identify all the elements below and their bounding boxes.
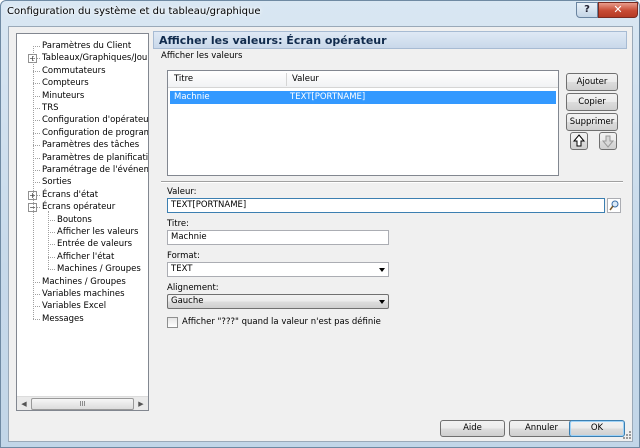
value-input[interactable]: TEXT[PORTNAME] — [167, 198, 605, 213]
chevron-down-icon — [379, 300, 385, 304]
scroll-thumb[interactable]: III — [31, 398, 134, 410]
navigation-tree: Paramètres du Client + Tableaux/Graphiques… — [16, 33, 149, 411]
tree-item[interactable]: Machines / Groupes — [57, 263, 141, 275]
tree-connector — [33, 157, 40, 159]
tree-item[interactable]: Paramètres des tâches — [42, 139, 139, 151]
add-button[interactable]: Ajouter — [566, 73, 618, 91]
undefined-value-checkbox-label[interactable]: Afficher "???" quand la valeur n'est pas… — [182, 317, 381, 327]
undefined-value-checkbox[interactable] — [167, 317, 178, 328]
tree-connector — [48, 244, 55, 246]
tree-item[interactable]: Afficher les valeurs — [57, 226, 138, 238]
format-label: Format: — [167, 251, 200, 261]
tree-item[interactable]: Entrée de valeurs — [57, 238, 132, 250]
search-icon — [609, 200, 619, 211]
dialog-window: Configuration du système et du tableau/g… — [0, 0, 640, 448]
tree-item[interactable]: Paramètres du Client — [42, 40, 131, 52]
help-button[interactable]: Aide — [440, 420, 505, 437]
chevron-down-icon — [379, 268, 385, 272]
tree-connector — [48, 232, 55, 233]
tree-connector — [33, 46, 34, 319]
tree-item[interactable]: Variables machines — [42, 288, 125, 300]
panel-title: Afficher les valeurs: Écran opérateur — [159, 34, 387, 47]
dialog-client: Paramètres du Client + Tableaux/Graphiques… — [8, 26, 633, 442]
list-item[interactable]: Machnie TEXT[PORTNAME] — [170, 91, 556, 104]
tree-item[interactable]: Compteurs — [42, 77, 89, 89]
values-list[interactable]: Titre Valeur Machnie TEXT[PORTNAME] — [167, 70, 559, 176]
tree-connector — [33, 108, 40, 109]
list-header: Titre Valeur — [168, 71, 558, 88]
tree-item[interactable]: TRS — [42, 102, 59, 114]
title-input[interactable]: Machnie — [167, 230, 389, 245]
tree-item[interactable]: Tableaux/Graphiques/Journa — [42, 52, 148, 64]
tree-item[interactable]: Minuteurs — [42, 90, 84, 102]
move-down-button[interactable] — [599, 132, 617, 150]
copy-button[interactable]: Copier — [566, 93, 618, 111]
list-cell-titre: Machnie — [174, 92, 210, 102]
alignment-select[interactable]: Gauche — [167, 294, 389, 309]
tree-connector — [48, 269, 55, 271]
alignment-select-value: Gauche — [171, 296, 204, 306]
tree-item[interactable]: Messages — [42, 313, 84, 325]
tree-connector — [48, 219, 55, 221]
title-bar[interactable]: Configuration du système et du tableau/g… — [1, 1, 639, 25]
scroll-left-icon[interactable]: ◀ — [18, 398, 30, 410]
tree-item[interactable]: Configuration de programme — [42, 127, 148, 139]
column-header-titre[interactable]: Titre — [168, 71, 286, 87]
tree-connector — [48, 256, 55, 258]
ok-button[interactable]: OK — [569, 420, 625, 437]
tree-connector — [33, 70, 40, 72]
format-select[interactable]: TEXT — [167, 262, 389, 277]
tree-connector — [33, 46, 40, 47]
arrow-up-icon — [572, 134, 586, 147]
tree-item[interactable]: Afficher l'état — [57, 251, 114, 263]
help-title-button[interactable]: ? — [576, 2, 598, 18]
scroll-right-icon[interactable]: ▶ — [135, 398, 147, 410]
tree-item[interactable]: Paramètres de planification — [42, 152, 148, 164]
format-select-value: TEXT — [171, 264, 193, 274]
tree-items: Paramètres du Client + Tableaux/Graphiques… — [17, 34, 148, 396]
arrow-down-icon — [601, 135, 615, 148]
tree-connector — [33, 306, 40, 308]
move-up-button[interactable] — [570, 132, 588, 150]
column-header-valeur[interactable]: Valeur — [286, 71, 486, 87]
separator — [161, 181, 623, 183]
alignment-label: Alignement: — [167, 283, 219, 293]
tree-connector — [33, 170, 40, 171]
tree-item[interactable]: Configuration d'opérateur — [42, 114, 148, 126]
tree-item[interactable]: Machines / Groupes — [42, 276, 126, 288]
cancel-button[interactable]: Annuler — [509, 420, 574, 437]
tree-connector — [33, 318, 40, 320]
close-button[interactable]: ✕ — [598, 2, 638, 18]
tree-connector — [33, 294, 40, 295]
window-title: Configuration du système et du tableau/g… — [7, 6, 261, 17]
tree-connector — [33, 83, 40, 85]
tree-item[interactable]: Paramétrage de l'événement — [42, 164, 148, 176]
tree-connector — [33, 120, 40, 122]
tree-connector — [33, 281, 40, 283]
tree-item[interactable]: Écrans d'état — [42, 189, 98, 201]
tree-connector — [33, 95, 40, 97]
delete-button[interactable]: Supprimer — [566, 113, 618, 131]
tree-connector — [48, 211, 49, 270]
list-cell-valeur: TEXT[PORTNAME] — [290, 92, 366, 102]
tree-connector — [33, 145, 40, 147]
tree-item[interactable]: Écrans opérateur — [42, 201, 115, 213]
tree-item[interactable]: Variables Excel — [42, 300, 106, 312]
tree-horizontal-scrollbar[interactable]: ◀ III ▶ — [17, 396, 148, 410]
settings-panel: Afficher les valeurs: Écran opérateur Af… — [153, 31, 627, 411]
section-label: Afficher les valeurs — [161, 51, 243, 61]
value-label: Valeur: — [167, 187, 197, 197]
tree-connector — [33, 182, 40, 184]
panel-header: Afficher les valeurs: Écran opérateur — [153, 31, 627, 49]
value-picker-button[interactable] — [607, 198, 621, 213]
title-label: Titre: — [167, 219, 190, 229]
tree-connector — [33, 132, 40, 134]
resize-grip-icon[interactable] — [623, 431, 632, 440]
tree-item[interactable]: Commutateurs — [42, 65, 106, 77]
tree-item[interactable]: Sorties — [42, 176, 71, 188]
tree-item[interactable]: Boutons — [57, 214, 92, 226]
